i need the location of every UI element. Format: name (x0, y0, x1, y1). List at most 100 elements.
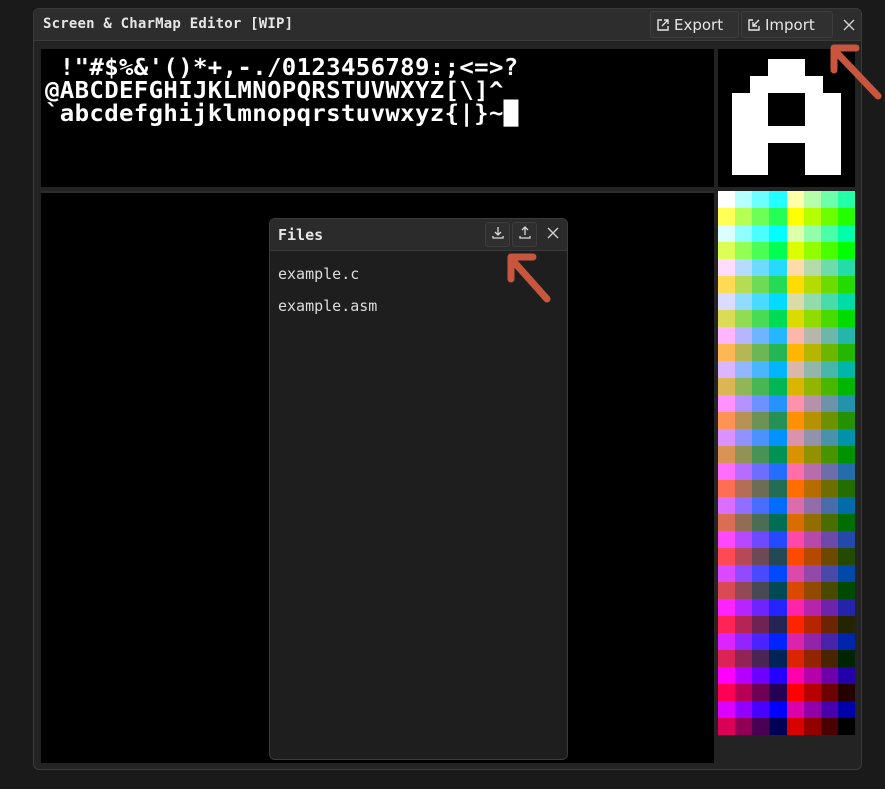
palette-swatch[interactable] (718, 344, 736, 361)
palette-swatch[interactable] (837, 599, 855, 616)
palette-swatch[interactable] (718, 599, 736, 616)
palette-swatch[interactable] (803, 497, 821, 514)
palette-swatch[interactable] (769, 684, 787, 701)
palette-swatch[interactable] (803, 412, 821, 429)
palette-swatch[interactable] (752, 463, 770, 480)
palette-swatch[interactable] (820, 242, 838, 259)
palette-swatch[interactable] (735, 361, 753, 378)
palette-swatch[interactable] (786, 497, 804, 514)
palette-swatch[interactable] (735, 344, 753, 361)
palette-swatch[interactable] (752, 582, 770, 599)
palette-swatch[interactable] (820, 548, 838, 565)
palette-swatch[interactable] (803, 650, 821, 667)
palette-swatch[interactable] (769, 276, 787, 293)
palette-swatch[interactable] (837, 650, 855, 667)
palette-swatch[interactable] (752, 599, 770, 616)
palette-swatch[interactable] (752, 548, 770, 565)
palette-swatch[interactable] (786, 191, 804, 208)
palette-swatch[interactable] (769, 310, 787, 327)
palette-swatch[interactable] (752, 293, 770, 310)
palette-swatch[interactable] (786, 633, 804, 650)
palette-swatch[interactable] (837, 463, 855, 480)
palette-swatch[interactable] (718, 633, 736, 650)
palette-swatch[interactable] (820, 378, 838, 395)
charmap-row[interactable]: !"#$%&'()*+,-./0123456789:;<=>? (45, 56, 519, 79)
palette-swatch[interactable] (735, 293, 753, 310)
palette-swatch[interactable] (718, 191, 736, 208)
palette-swatch[interactable] (718, 667, 736, 684)
palette-swatch[interactable] (786, 259, 804, 276)
palette-swatch[interactable] (820, 463, 838, 480)
palette-swatch[interactable] (718, 225, 736, 242)
palette-swatch[interactable] (735, 259, 753, 276)
color-palette[interactable] (718, 191, 855, 735)
palette-swatch[interactable] (735, 395, 753, 412)
palette-swatch[interactable] (803, 310, 821, 327)
palette-swatch[interactable] (769, 378, 787, 395)
palette-swatch[interactable] (837, 429, 855, 446)
palette-swatch[interactable] (735, 446, 753, 463)
palette-swatch[interactable] (769, 718, 787, 735)
palette-swatch[interactable] (837, 548, 855, 565)
palette-swatch[interactable] (786, 718, 804, 735)
palette-swatch[interactable] (820, 514, 838, 531)
palette-swatch[interactable] (803, 718, 821, 735)
palette-swatch[interactable] (820, 650, 838, 667)
palette-swatch[interactable] (769, 361, 787, 378)
palette-swatch[interactable] (803, 378, 821, 395)
palette-swatch[interactable] (820, 412, 838, 429)
palette-swatch[interactable] (752, 429, 770, 446)
palette-swatch[interactable] (752, 225, 770, 242)
palette-swatch[interactable] (786, 565, 804, 582)
palette-swatch[interactable] (820, 497, 838, 514)
palette-swatch[interactable] (769, 412, 787, 429)
palette-swatch[interactable] (786, 684, 804, 701)
palette-swatch[interactable] (820, 293, 838, 310)
palette-swatch[interactable] (786, 208, 804, 225)
palette-swatch[interactable] (803, 276, 821, 293)
palette-swatch[interactable] (769, 667, 787, 684)
palette-swatch[interactable] (837, 480, 855, 497)
palette-swatch[interactable] (786, 650, 804, 667)
palette-swatch[interactable] (820, 191, 838, 208)
palette-swatch[interactable] (837, 616, 855, 633)
palette-swatch[interactable] (769, 548, 787, 565)
palette-swatch[interactable] (769, 497, 787, 514)
palette-swatch[interactable] (718, 463, 736, 480)
palette-swatch[interactable] (786, 327, 804, 344)
palette-swatch[interactable] (837, 225, 855, 242)
palette-swatch[interactable] (752, 497, 770, 514)
charmap-row[interactable]: `abcdefghijklmnopqrstuvwxyz{|}~█ (45, 102, 519, 125)
palette-swatch[interactable] (837, 395, 855, 412)
palette-swatch[interactable] (769, 446, 787, 463)
palette-swatch[interactable] (735, 378, 753, 395)
palette-swatch[interactable] (837, 361, 855, 378)
palette-swatch[interactable] (752, 208, 770, 225)
palette-swatch[interactable] (752, 361, 770, 378)
palette-swatch[interactable] (769, 208, 787, 225)
palette-swatch[interactable] (837, 718, 855, 735)
palette-swatch[interactable] (752, 480, 770, 497)
palette-swatch[interactable] (786, 293, 804, 310)
palette-swatch[interactable] (769, 565, 787, 582)
palette-swatch[interactable] (837, 684, 855, 701)
palette-swatch[interactable] (735, 310, 753, 327)
palette-swatch[interactable] (769, 395, 787, 412)
palette-swatch[interactable] (718, 208, 736, 225)
palette-swatch[interactable] (820, 531, 838, 548)
palette-swatch[interactable] (837, 497, 855, 514)
palette-swatch[interactable] (752, 650, 770, 667)
palette-swatch[interactable] (820, 395, 838, 412)
palette-swatch[interactable] (718, 616, 736, 633)
palette-swatch[interactable] (735, 242, 753, 259)
palette-swatch[interactable] (769, 344, 787, 361)
palette-swatch[interactable] (820, 599, 838, 616)
palette-swatch[interactable] (820, 344, 838, 361)
palette-swatch[interactable] (837, 208, 855, 225)
palette-swatch[interactable] (769, 531, 787, 548)
palette-swatch[interactable] (718, 582, 736, 599)
palette-swatch[interactable] (837, 259, 855, 276)
palette-swatch[interactable] (735, 327, 753, 344)
palette-swatch[interactable] (735, 701, 753, 718)
palette-swatch[interactable] (752, 701, 770, 718)
